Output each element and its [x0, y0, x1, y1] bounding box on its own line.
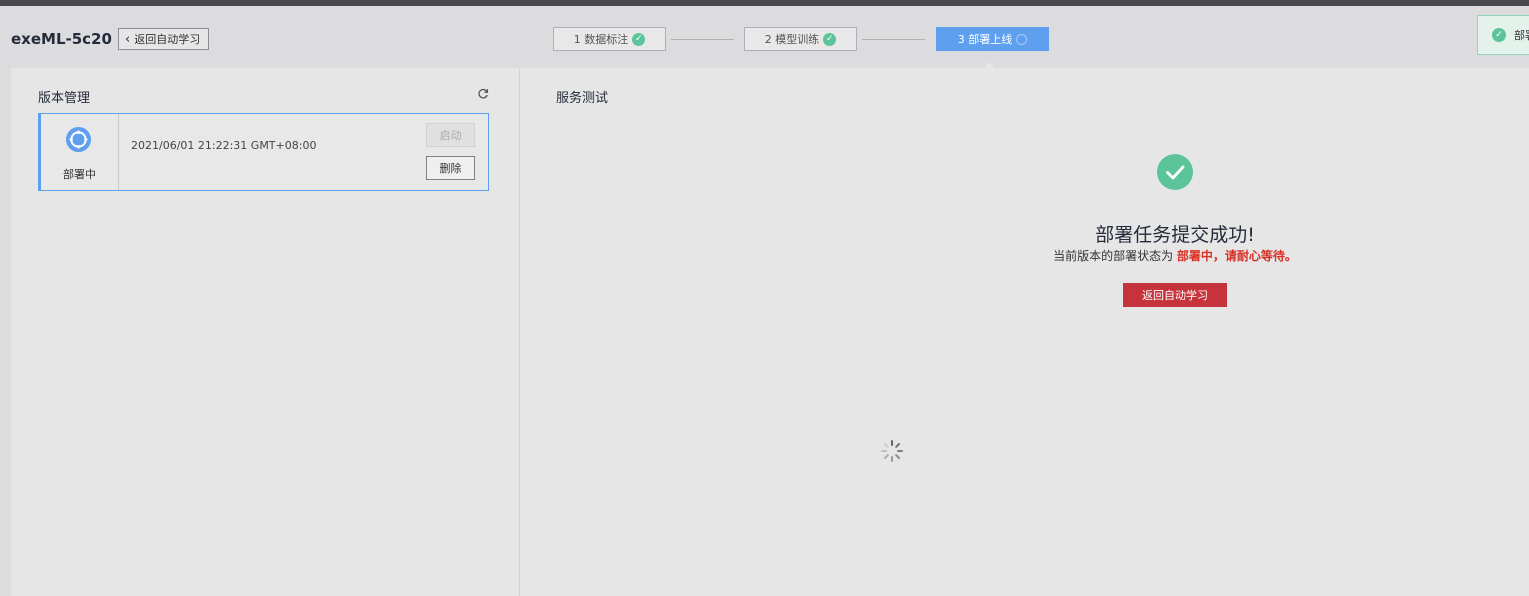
check-circle-icon: ✓: [823, 32, 837, 46]
check-circle-icon: ✓: [632, 32, 646, 46]
step-label: 3 部署上线: [957, 33, 1013, 46]
version-timestamp: 2021/06/01 21:22:31 GMT+08:00: [131, 139, 317, 152]
step-label: 1 数据标注: [573, 33, 629, 46]
step-connector: [862, 39, 925, 40]
project-title: exeML-5c20: [11, 30, 112, 48]
start-button[interactable]: 启动: [426, 123, 475, 147]
panel-divider: [519, 68, 520, 596]
status-value: 部署中，请耐心等待。: [1176, 249, 1297, 263]
deploying-icon: [65, 126, 92, 153]
loading-spinner-icon: [881, 440, 903, 462]
step-data-labeling[interactable]: 1 数据标注 ✓: [553, 27, 666, 51]
success-toast: ✓ 部署: [1477, 15, 1529, 55]
step-deploy[interactable]: 3 部署上线: [936, 27, 1049, 51]
status-prefix: 当前版本的部署状态为: [1053, 249, 1174, 263]
success-check-icon: [1157, 154, 1193, 190]
success-title: 部署任务提交成功!: [1095, 224, 1255, 246]
toast-text: 部署: [1514, 29, 1529, 42]
active-step-caret: [983, 62, 995, 68]
version-status-cell: 部署中: [41, 114, 119, 190]
service-test-panel: [520, 68, 1529, 596]
check-circle-icon: ✓: [1492, 28, 1506, 42]
back-button-label: 返回自动学习: [134, 33, 201, 46]
back-to-automl-button[interactable]: ‹ 返回自动学习: [118, 28, 210, 50]
refresh-icon[interactable]: [477, 88, 489, 100]
version-status-text: 部署中: [63, 168, 96, 181]
version-card[interactable]: 部署中 2021/06/01 21:22:31 GMT+08:00 启动 删除: [38, 113, 489, 191]
version-panel-title: 版本管理: [38, 91, 91, 106]
service-panel-title: 服务测试: [556, 91, 609, 106]
step-model-training[interactable]: 2 模型训练 ✓: [744, 27, 857, 51]
chevron-left-icon: ‹: [125, 31, 131, 47]
return-to-automl-button[interactable]: 返回自动学习: [1123, 283, 1227, 307]
deploy-status-line: 当前版本的部署状态为 部署中，请耐心等待。: [960, 247, 1390, 264]
step-connector: [671, 39, 734, 40]
step-label: 2 模型训练: [764, 33, 820, 46]
top-bar: [0, 0, 1529, 6]
delete-button[interactable]: 删除: [426, 156, 475, 180]
pending-circle-icon: [1016, 33, 1028, 45]
